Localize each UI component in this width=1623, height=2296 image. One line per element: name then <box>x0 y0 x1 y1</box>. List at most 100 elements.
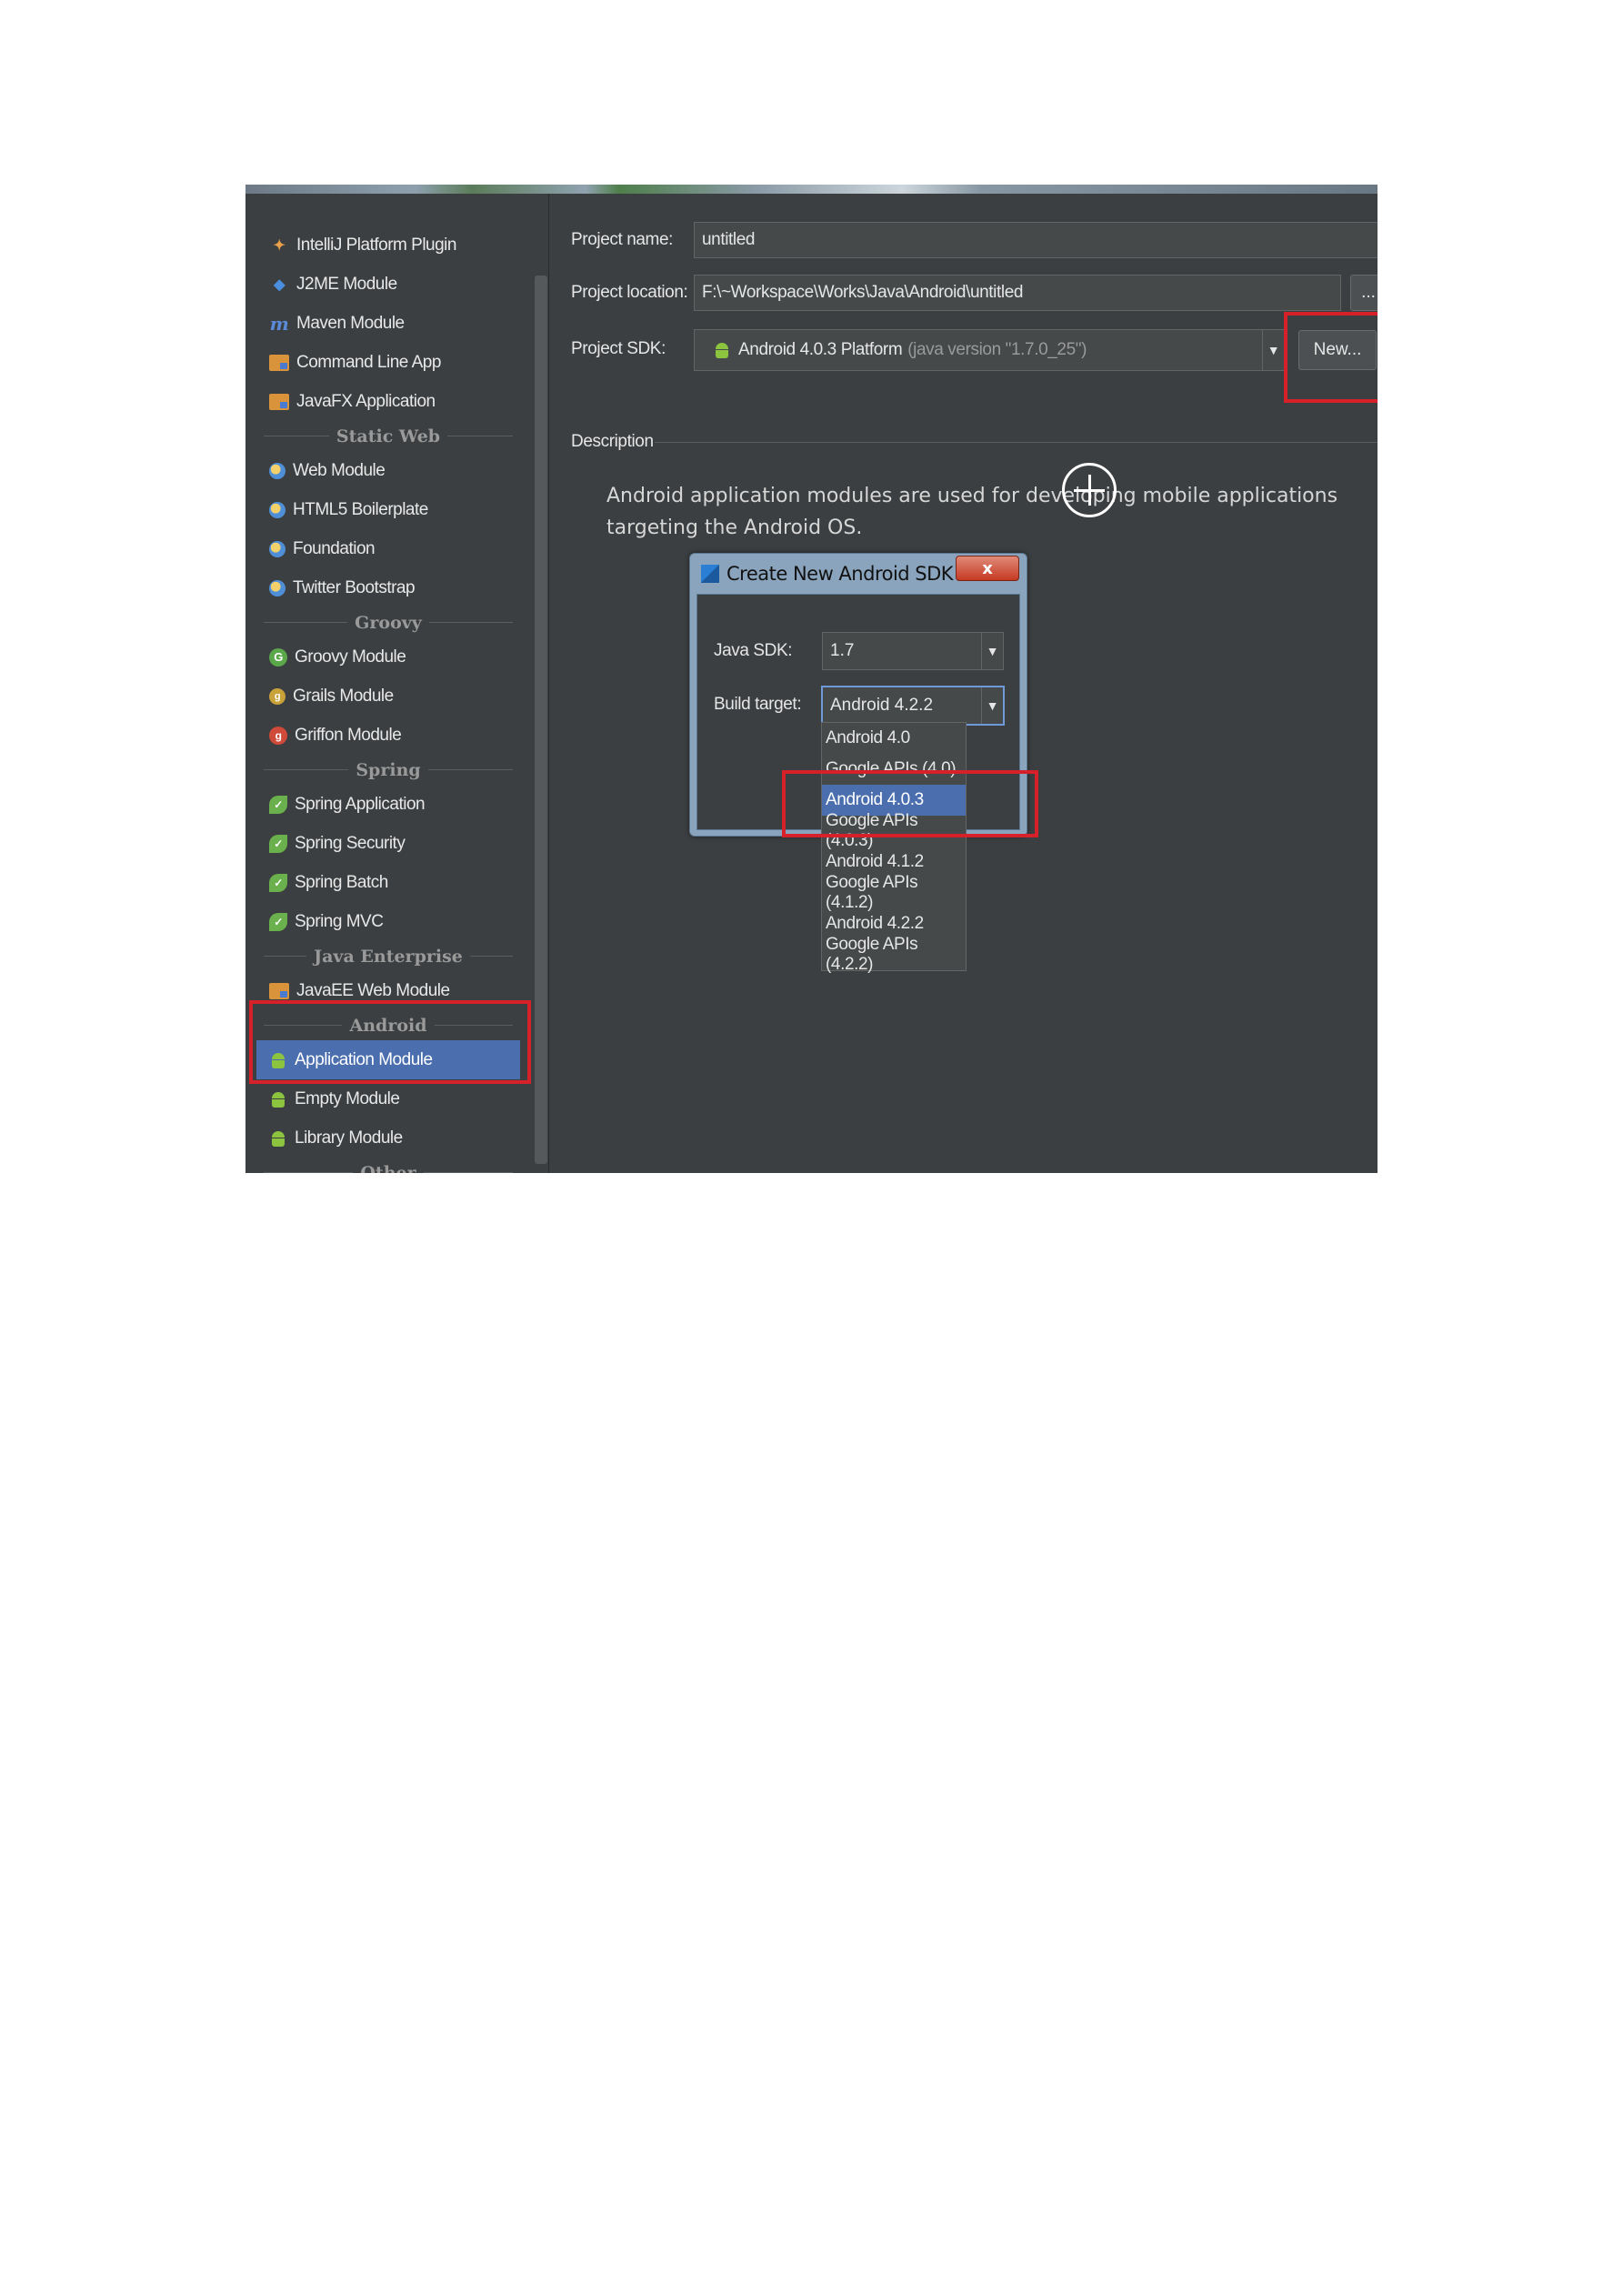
module-type-item[interactable]: ✓ Spring Application <box>256 785 520 824</box>
module-type-item[interactable]: ✓ Spring Batch <box>256 863 520 902</box>
intellij-logo-icon <box>701 565 719 583</box>
chevron-down-icon[interactable]: ▼ <box>981 687 1003 724</box>
module-type-item[interactable]: ✦ IntelliJ Platform Plugin <box>256 226 520 265</box>
project-sdk-detail: (java version "1.7.0_25") <box>907 340 1087 359</box>
dialog-titlebar[interactable]: Create New Android SDK x <box>690 554 1027 594</box>
module-type-label: Command Line App <box>296 352 441 372</box>
chevron-down-icon[interactable]: ▼ <box>981 633 1003 669</box>
module-type-item[interactable]: Foundation <box>256 529 520 568</box>
project-sdk-combo[interactable]: Android 4.0.3 Platform (java version "1.… <box>694 329 1285 371</box>
description-label: Description <box>571 432 654 451</box>
category-header: Java Enterprise <box>256 941 520 971</box>
module-type-label: Spring Security <box>295 833 406 853</box>
module-type-item[interactable]: Web Module <box>256 451 520 490</box>
globe-icon <box>269 540 286 557</box>
module-type-label: HTML5 Boilerplate <box>293 499 428 519</box>
category-header: Other <box>256 1158 520 1174</box>
dialog-title: Create New Android SDK <box>726 563 954 585</box>
category-label: Other <box>360 1162 416 1174</box>
android-icon <box>269 1129 287 1148</box>
chevron-down-icon[interactable]: ▼ <box>1262 330 1284 370</box>
project-location-input[interactable]: F:\~Workspace\Works\Java\Android\untitle… <box>694 275 1341 311</box>
module-type-item[interactable]: Empty Module <box>256 1079 520 1118</box>
griffon-icon: g <box>269 726 287 745</box>
close-icon[interactable]: x <box>956 556 1019 581</box>
module-type-label: J2ME Module <box>296 274 397 294</box>
module-type-label: Spring MVC <box>295 911 384 931</box>
build-target-combo[interactable]: Android 4.2.2 ▼ <box>822 687 1004 725</box>
folder-icon <box>269 982 289 999</box>
category-label: Spring <box>356 759 421 780</box>
spring-icon: ✓ <box>269 795 287 814</box>
folder-icon <box>269 354 289 371</box>
project-name-value: untitled <box>702 230 756 249</box>
panel-divider <box>548 194 549 1173</box>
android-icon <box>713 341 731 359</box>
module-type-item[interactable]: ◆ J2ME Module <box>256 265 520 304</box>
module-type-item[interactable]: Twitter Bootstrap <box>256 568 520 607</box>
module-type-item[interactable]: ✓ Spring MVC <box>256 902 520 941</box>
module-type-label: Empty Module <box>295 1088 400 1108</box>
module-type-label: IntelliJ Platform Plugin <box>296 235 456 255</box>
module-type-item[interactable]: G Groovy Module <box>256 637 520 677</box>
module-type-label: Spring Batch <box>295 872 388 892</box>
module-type-item[interactable]: m Maven Module <box>256 304 520 343</box>
category-header: Static Web <box>256 421 520 451</box>
module-type-item[interactable]: JavaFX Application <box>256 382 520 421</box>
module-type-item[interactable]: g Griffon Module <box>256 716 520 755</box>
java-sdk-label: Java SDK: <box>714 641 793 660</box>
spring-icon: ✓ <box>269 834 287 853</box>
category-label: Groovy <box>355 612 422 633</box>
module-type-label: Foundation <box>293 538 376 558</box>
groovy-icon: G <box>269 647 287 667</box>
module-type-label: JavaEE Web Module <box>296 980 450 1000</box>
category-label: Static Web <box>336 426 441 446</box>
project-sdk-value: Android 4.0.3 Platform <box>738 340 903 359</box>
module-list-scrollbar[interactable] <box>535 276 547 1164</box>
build-target-value: Android 4.2.2 <box>830 696 934 715</box>
highlight-application-module <box>249 1000 531 1084</box>
module-type-item[interactable]: Library Module <box>256 1118 520 1158</box>
module-type-label: Spring Application <box>295 794 426 814</box>
category-label: Java Enterprise <box>314 946 463 967</box>
module-type-label: Maven Module <box>296 313 405 333</box>
module-type-label: Groovy Module <box>295 647 406 667</box>
module-type-label: Grails Module <box>293 686 394 706</box>
highlight-android-403 <box>782 770 1038 837</box>
maven-icon: m <box>269 312 289 335</box>
build-target-option[interactable]: Android 4.0 <box>822 723 966 754</box>
android-icon <box>269 1090 287 1108</box>
build-target-option[interactable]: Google APIs (4.1.2) <box>822 873 966 912</box>
spring-icon: ✓ <box>269 912 287 931</box>
java-sdk-combo[interactable]: 1.7 ▼ <box>822 632 1004 670</box>
module-type-label: JavaFX Application <box>296 391 436 411</box>
project-name-input[interactable]: untitled <box>694 222 1378 258</box>
module-type-label: Twitter Bootstrap <box>293 577 416 597</box>
module-type-item[interactable]: Command Line App <box>256 343 520 382</box>
build-target-option[interactable]: Google APIs (4.2.2) <box>822 935 966 974</box>
project-location-value: F:\~Workspace\Works\Java\Android\untitle… <box>702 283 1024 302</box>
window-top-strip <box>245 185 1378 194</box>
globe-icon <box>269 462 286 479</box>
category-header: Groovy <box>256 607 520 637</box>
grails-icon: g <box>269 687 286 705</box>
project-name-label: Project name: <box>571 230 674 249</box>
java-sdk-value: 1.7 <box>830 641 855 660</box>
module-type-item[interactable]: ✓ Spring Security <box>256 824 520 863</box>
plugin-icon: ✦ <box>273 237 286 254</box>
description-text: Android application modules are used for… <box>606 485 1338 539</box>
category-header: Spring <box>256 755 520 785</box>
module-type-item[interactable]: HTML5 Boilerplate <box>256 490 520 529</box>
module-type-item[interactable]: g Grails Module <box>256 677 520 716</box>
spring-icon: ✓ <box>269 873 287 892</box>
browse-location-button[interactable]: ... <box>1350 275 1378 311</box>
description-separator <box>655 442 1378 443</box>
cursor-crosshair-icon <box>1062 463 1117 517</box>
folder-icon <box>269 393 289 410</box>
globe-icon <box>269 501 286 518</box>
project-sdk-label: Project SDK: <box>571 339 666 358</box>
globe-icon <box>269 579 286 597</box>
project-location-label: Project location: <box>571 283 688 302</box>
module-type-label: Library Module <box>295 1128 403 1148</box>
module-type-label: Web Module <box>293 460 386 480</box>
